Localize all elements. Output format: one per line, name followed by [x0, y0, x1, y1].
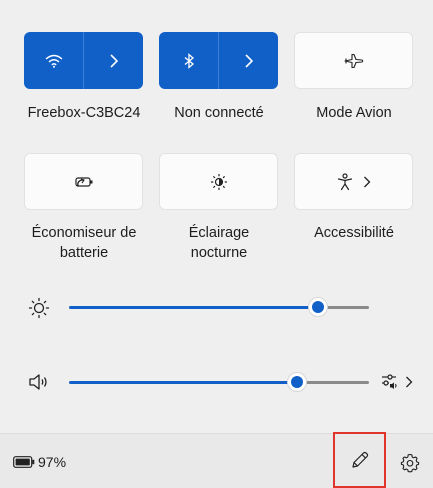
settings-button[interactable] — [400, 453, 420, 473]
night-light-icon — [210, 173, 228, 191]
audio-mixer-icon — [381, 372, 403, 392]
wifi-icon — [45, 54, 63, 68]
gear-icon — [400, 453, 420, 473]
chevron-right-icon — [109, 53, 119, 68]
airplane-icon — [343, 53, 364, 69]
wifi-toggle[interactable] — [24, 32, 83, 89]
battery-saver-label: Économiseur de batterie — [14, 223, 154, 263]
battery-icon[interactable] — [13, 456, 35, 468]
wifi-label: Freebox-C3BC24 — [27, 105, 141, 121]
bluetooth-toggle[interactable] — [159, 32, 218, 89]
brightness-slider[interactable] — [69, 297, 369, 317]
battery-saver-tile[interactable] — [24, 153, 143, 210]
battery-saver-icon — [73, 175, 95, 189]
battery-saver-label-line2: batterie — [59, 245, 109, 261]
bluetooth-expand-button[interactable] — [219, 32, 278, 89]
pencil-icon — [350, 450, 370, 470]
brightness-track-fill — [69, 306, 318, 309]
bluetooth-tile[interactable] — [159, 32, 278, 89]
wifi-expand-button[interactable] — [84, 32, 143, 89]
volume-slider[interactable] — [69, 372, 369, 392]
bluetooth-icon — [183, 52, 195, 69]
brightness-slider-thumb[interactable] — [308, 297, 328, 317]
battery-percentage[interactable]: 97% — [38, 454, 66, 470]
volume-track-fill — [69, 381, 297, 384]
audio-output-button[interactable] — [381, 372, 413, 392]
airplane-tile[interactable] — [294, 32, 413, 89]
chevron-right-icon — [244, 53, 254, 68]
chevron-right-icon — [363, 176, 371, 188]
quick-settings-panel: Freebox-C3BC24 Non connecté Mode Avion É… — [0, 0, 433, 488]
night-light-label-line2: nocturne — [190, 245, 248, 261]
accessibility-icon — [337, 172, 353, 191]
speaker-icon[interactable] — [28, 372, 50, 392]
wifi-tile[interactable] — [24, 32, 143, 89]
night-light-label-line1: Éclairage — [188, 225, 250, 241]
airplane-label: Mode Avion — [316, 105, 392, 121]
night-light-label: Éclairage nocturne — [149, 223, 289, 263]
chevron-right-icon — [405, 376, 413, 388]
night-light-tile[interactable] — [159, 153, 278, 210]
accessibility-tile[interactable] — [294, 153, 413, 210]
edit-quick-settings-button[interactable] — [333, 432, 386, 488]
battery-saver-label-line1: Économiseur de — [31, 225, 137, 241]
brightness-icon — [28, 297, 50, 319]
volume-track-rest — [297, 381, 369, 384]
volume-slider-thumb[interactable] — [287, 372, 307, 392]
accessibility-label: Accessibilité — [314, 225, 394, 241]
bluetooth-label: Non connecté — [174, 105, 264, 121]
